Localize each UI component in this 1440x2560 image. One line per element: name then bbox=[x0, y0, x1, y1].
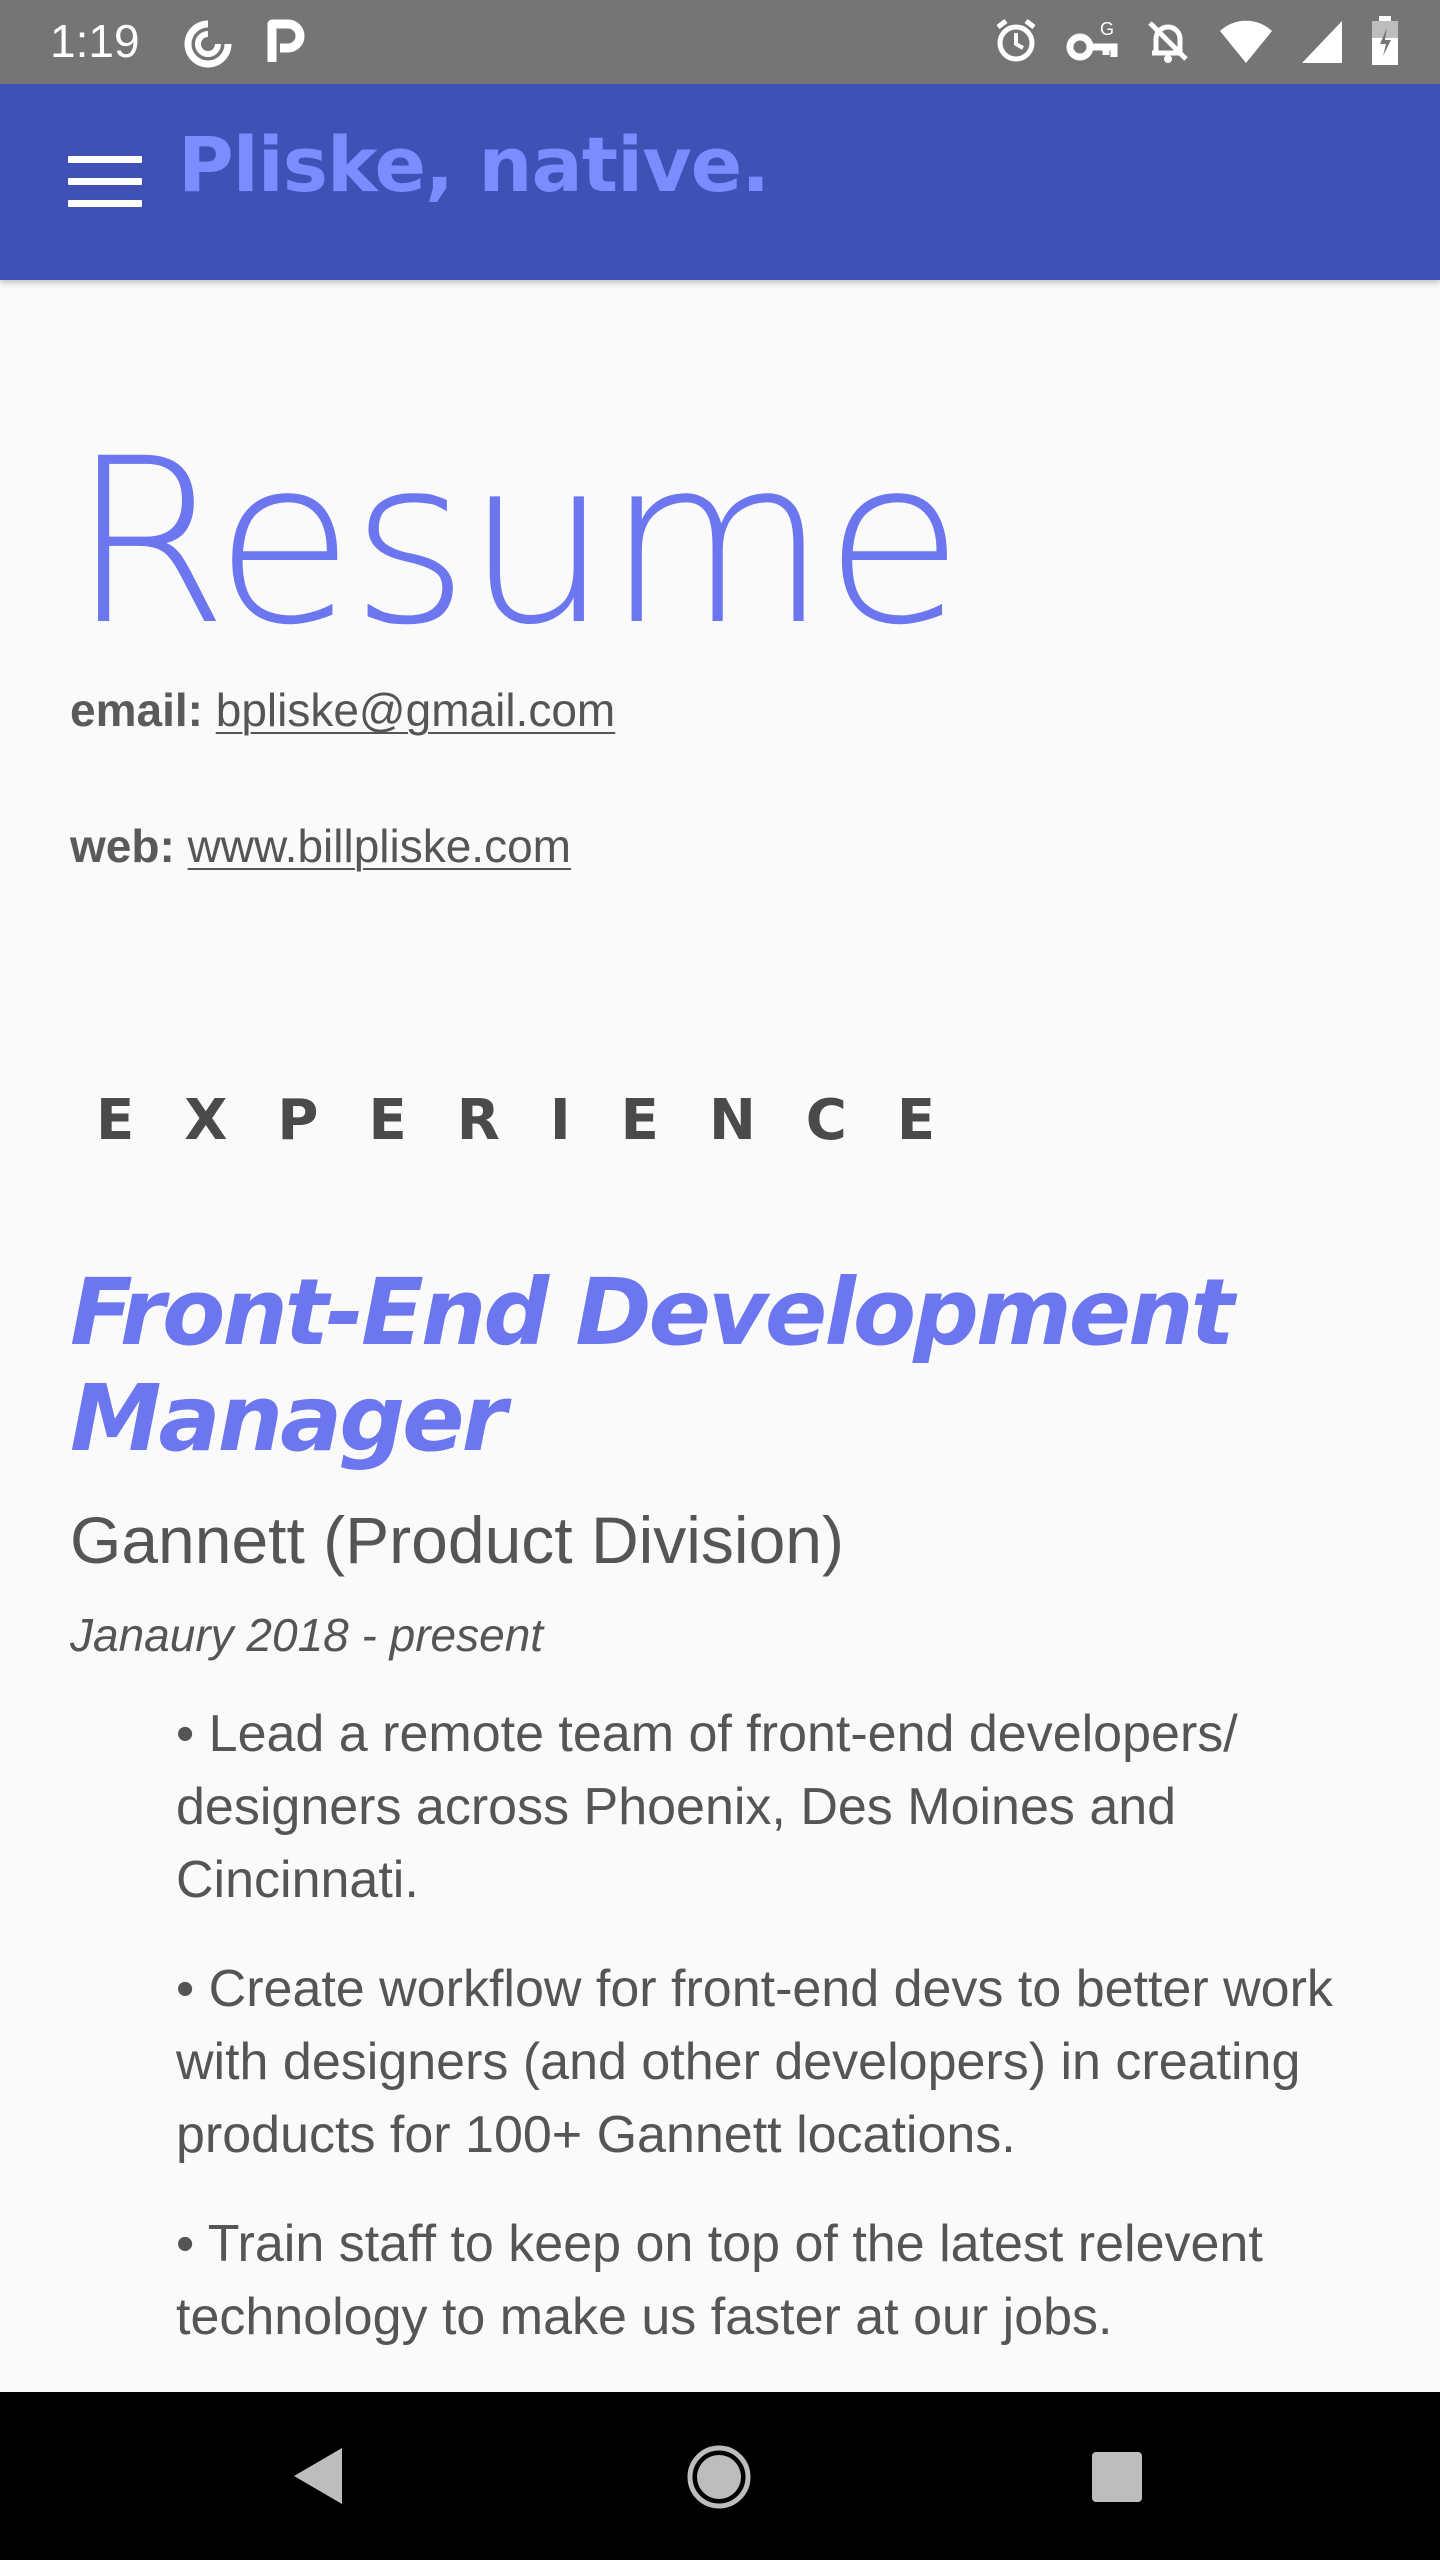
navigation-bar bbox=[0, 2392, 1440, 2560]
status-time: 1:19 bbox=[50, 15, 140, 67]
back-icon[interactable] bbox=[290, 2444, 346, 2512]
email-row: email: bpliske@gmail.com bbox=[70, 683, 615, 737]
home-icon[interactable] bbox=[686, 2444, 752, 2514]
status-icons: G bbox=[992, 16, 1400, 70]
job-bullet: • Lead a remote team of front-end develo… bbox=[176, 1705, 1238, 1909]
status-bar: 1:19 G bbox=[0, 0, 1440, 84]
job-bullets: • Lead a remote team of front-end develo… bbox=[176, 1698, 1376, 2390]
battery-icon bbox=[1370, 16, 1400, 70]
signal-icon bbox=[1300, 17, 1344, 69]
recents-icon[interactable] bbox=[1090, 2450, 1144, 2508]
job-bullet: • Train staff to keep on top of the late… bbox=[176, 2215, 1263, 2346]
job-company: Gannett (Product Division) bbox=[70, 1503, 844, 1577]
email-link[interactable]: bpliske@gmail.com bbox=[216, 684, 616, 736]
parking-icon bbox=[266, 18, 306, 70]
email-label: email: bbox=[70, 684, 203, 736]
alarm-icon bbox=[992, 17, 1040, 69]
sync-icon bbox=[182, 18, 234, 74]
svg-text:G: G bbox=[1100, 19, 1114, 39]
notifications-off-icon bbox=[1144, 17, 1192, 69]
page-title: Resume bbox=[70, 409, 964, 675]
wifi-icon bbox=[1218, 17, 1274, 69]
menu-icon[interactable] bbox=[66, 146, 144, 218]
web-link[interactable]: www.billpliske.com bbox=[188, 820, 571, 872]
web-row: web: www.billpliske.com bbox=[70, 819, 571, 873]
app-bar: Pliske, native. bbox=[0, 84, 1440, 280]
section-heading-experience: EXPERIENCE bbox=[96, 1088, 986, 1153]
job-dates: Janaury 2018 - present bbox=[70, 1609, 544, 1661]
job-bullet: • Create workflow for front-end devs to … bbox=[176, 1960, 1333, 2164]
app-title: Pliske, native. bbox=[178, 120, 770, 209]
job-title: Front-End Development Manager bbox=[70, 1259, 1235, 1472]
vpn-key-icon: G bbox=[1066, 17, 1118, 69]
web-label: web: bbox=[70, 820, 175, 872]
